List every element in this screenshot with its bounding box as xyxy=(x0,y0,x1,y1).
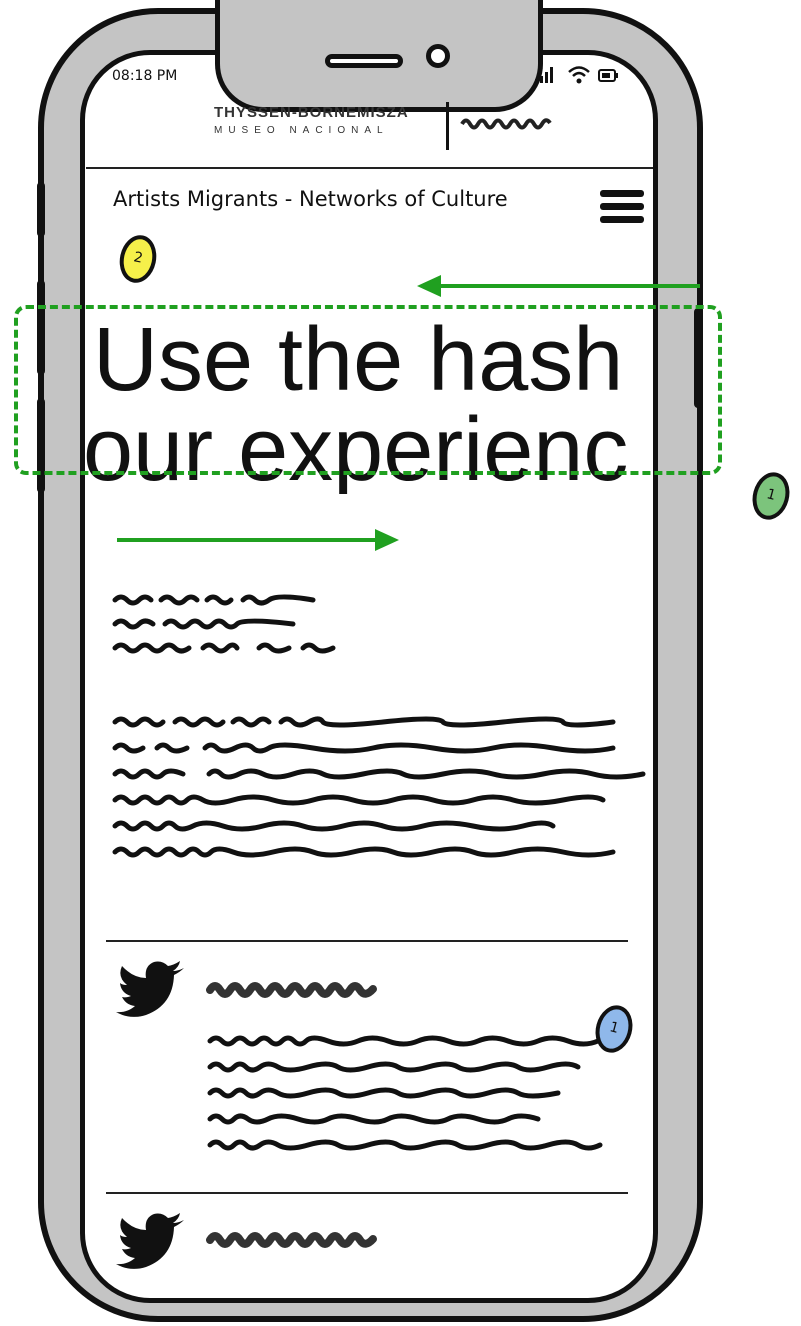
status-icons xyxy=(535,66,618,84)
logo-divider xyxy=(446,102,449,150)
tweet-body-scribble xyxy=(207,1035,603,1151)
twitter-bird-icon[interactable] xyxy=(116,960,188,1017)
signal-bars-icon xyxy=(535,67,553,83)
logo-line-1: THYSSEN-BORNEMISZA xyxy=(214,104,409,121)
battery-icon xyxy=(598,69,618,82)
museum-logo[interactable]: THYSSEN-BORNEMISZA MUSEO NACIONAL xyxy=(214,104,409,136)
marker-2-label: 2 xyxy=(132,249,145,267)
arrow-left-icon xyxy=(417,275,700,297)
marker-1-tweet-label: 1 xyxy=(607,1019,621,1037)
tweet-author-scribble xyxy=(206,1232,377,1248)
status-time: 08:18 PM xyxy=(112,68,178,84)
hamburger-menu-icon[interactable] xyxy=(600,190,644,228)
arrow-right-icon xyxy=(117,529,399,551)
tweet-divider-1 xyxy=(106,940,628,942)
camera-icon xyxy=(426,44,450,68)
side-button-left-1 xyxy=(37,182,45,237)
tweet-divider-2 xyxy=(106,1192,628,1194)
page-title: Artists Migrants - Networks of Culture xyxy=(113,187,508,211)
logo-line-2: MUSEO NACIONAL xyxy=(214,125,389,136)
wifi-icon xyxy=(568,66,590,84)
annotation-marker-1-outside: 1 xyxy=(747,468,795,524)
tweet-author-scribble xyxy=(206,982,377,998)
placeholder-text-block-long xyxy=(112,716,646,858)
placeholder-text-block-short xyxy=(112,594,336,654)
header-divider xyxy=(86,167,653,169)
twitter-bird-icon[interactable] xyxy=(116,1212,188,1269)
marker-1-outside-label: 1 xyxy=(764,486,778,504)
speaker-icon xyxy=(325,54,403,68)
marquee-highlight-box xyxy=(14,305,722,475)
logo-signature-scribble xyxy=(460,118,552,130)
